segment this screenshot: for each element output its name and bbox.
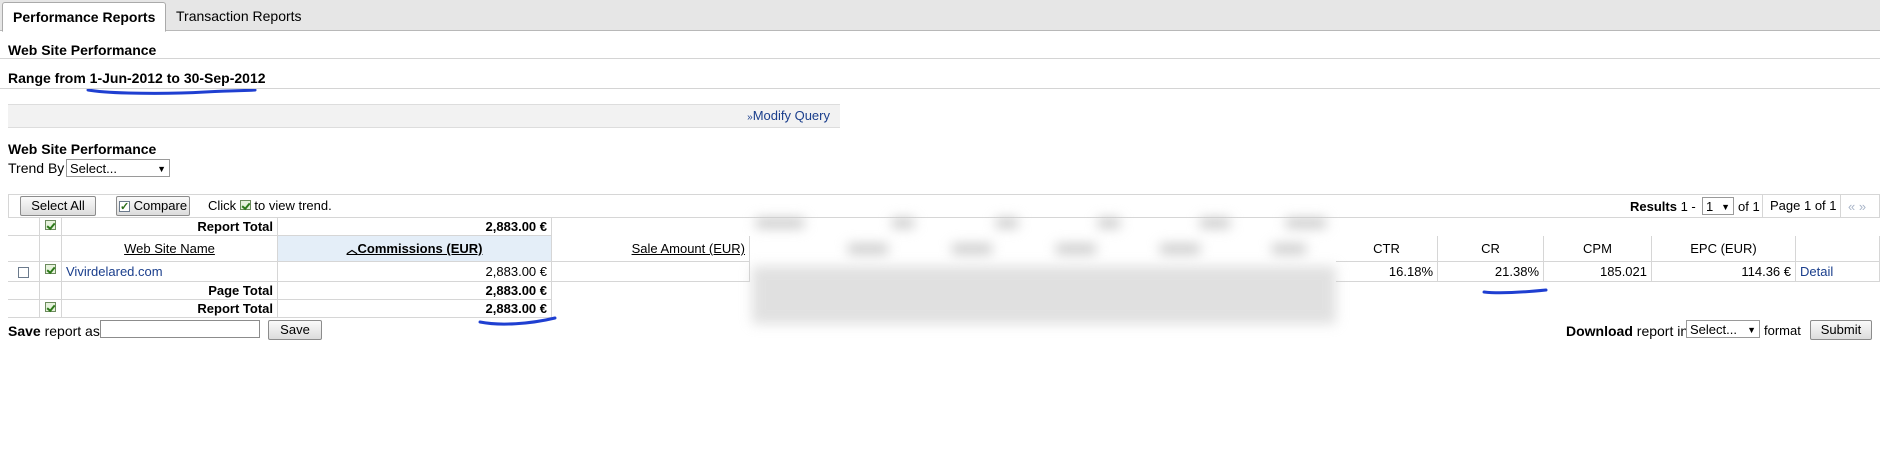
row-ctr: 16.18% <box>1336 262 1438 282</box>
chevron-down-icon: ▼ <box>1721 202 1730 212</box>
download-format-select[interactable]: Select... ▼ <box>1686 320 1760 338</box>
row-cpm: 185.021 <box>1544 262 1652 282</box>
trend-by-select[interactable]: Select... ▼ <box>66 159 170 177</box>
date-range: Range from 1-Jun-2012 to 30-Sep-2012 <box>8 70 266 86</box>
table-cell <box>1796 236 1880 262</box>
tab-performance-reports[interactable]: Performance Reports <box>2 2 167 32</box>
site-name-link[interactable]: Vivirdelared.com <box>62 262 278 282</box>
redacted-region <box>752 212 1336 324</box>
report-total-commissions: 2,883.00 € <box>278 300 552 318</box>
row-commissions: 2,883.00 € <box>278 262 552 282</box>
page-info: Page 1 of 1 <box>1770 198 1837 213</box>
compare-button[interactable]: Compare <box>116 196 190 216</box>
table-cell <box>40 262 62 282</box>
detail-link[interactable]: Detail <box>1796 262 1880 282</box>
table-cell <box>552 262 750 282</box>
section-title: Web Site Performance <box>8 42 157 58</box>
save-button[interactable]: Save <box>268 320 322 340</box>
column-header-sale-amount[interactable]: Sale Amount (EUR) <box>552 236 750 262</box>
column-header-ctr[interactable]: CTR <box>1336 236 1438 262</box>
divider <box>0 88 1880 89</box>
trend-chart-icon[interactable] <box>45 264 56 274</box>
tab-transaction-reports[interactable]: Transaction Reports <box>166 2 312 30</box>
divider <box>1762 194 1763 218</box>
column-header-commissions[interactable]: ︿Commissions (EUR) <box>278 236 552 262</box>
chevron-down-icon: ▼ <box>157 164 166 174</box>
trend-by-label: Trend By <box>8 160 65 176</box>
divider <box>1840 194 1841 218</box>
sort-ascending-icon: ︿ <box>346 244 358 256</box>
table-cell <box>40 300 62 318</box>
results-of: of 1 <box>1738 199 1760 214</box>
page-total-label: Page Total <box>62 282 278 300</box>
submit-button[interactable]: Submit <box>1810 320 1872 340</box>
row-cr: 21.38% <box>1438 262 1544 282</box>
tab-bar: Performance Reports Transaction Reports <box>0 0 1880 32</box>
table-cell <box>40 236 62 262</box>
trend-chart-icon[interactable] <box>45 220 56 230</box>
pagination-nav[interactable]: « » <box>1848 199 1866 214</box>
select-all-button[interactable]: Select All <box>20 196 96 216</box>
column-header-site[interactable]: Web Site Name <box>62 236 278 262</box>
save-report-label: Save report as <box>8 323 100 339</box>
trend-chart-icon[interactable] <box>45 302 56 312</box>
row-checkbox[interactable] <box>18 267 29 279</box>
page-total-commissions: 2,883.00 € <box>278 282 552 300</box>
report-total-label: Report Total <box>62 300 278 318</box>
table-cell <box>8 236 40 262</box>
column-header-cr[interactable]: CR <box>1438 236 1544 262</box>
row-epc: 114.36 € <box>1652 262 1796 282</box>
modify-query-link[interactable]: »Modify Query <box>747 108 830 123</box>
report-name-input[interactable] <box>100 320 260 338</box>
column-header-cpm[interactable]: CPM <box>1544 236 1652 262</box>
divider <box>0 58 1880 59</box>
table-cell <box>8 300 40 318</box>
report-total-commissions: 2,883.00 € <box>278 218 552 236</box>
results-page-select[interactable]: 1 ▼ <box>1702 197 1734 215</box>
download-report-label: Download report in <box>1566 323 1689 339</box>
table-cell <box>8 262 40 282</box>
table-cell <box>8 218 40 236</box>
ink-underline-cr <box>1482 288 1548 295</box>
trend-chart-icon <box>239 200 251 210</box>
results-info: Results 1 - <box>1630 199 1696 214</box>
table-cell <box>40 218 62 236</box>
checkbox-icon <box>118 198 130 216</box>
trend-hint: Click to view trend. <box>208 198 332 213</box>
column-header-epc[interactable]: EPC (EUR) <box>1652 236 1796 262</box>
trend-section-title: Web Site Performance <box>8 141 157 157</box>
report-total-label: Report Total <box>62 218 278 236</box>
chevron-down-icon: ▼ <box>1747 325 1756 335</box>
modify-query-bar: »Modify Query <box>8 104 840 128</box>
table-cell <box>40 282 62 300</box>
table-cell <box>8 282 40 300</box>
format-label: format <box>1764 323 1801 338</box>
